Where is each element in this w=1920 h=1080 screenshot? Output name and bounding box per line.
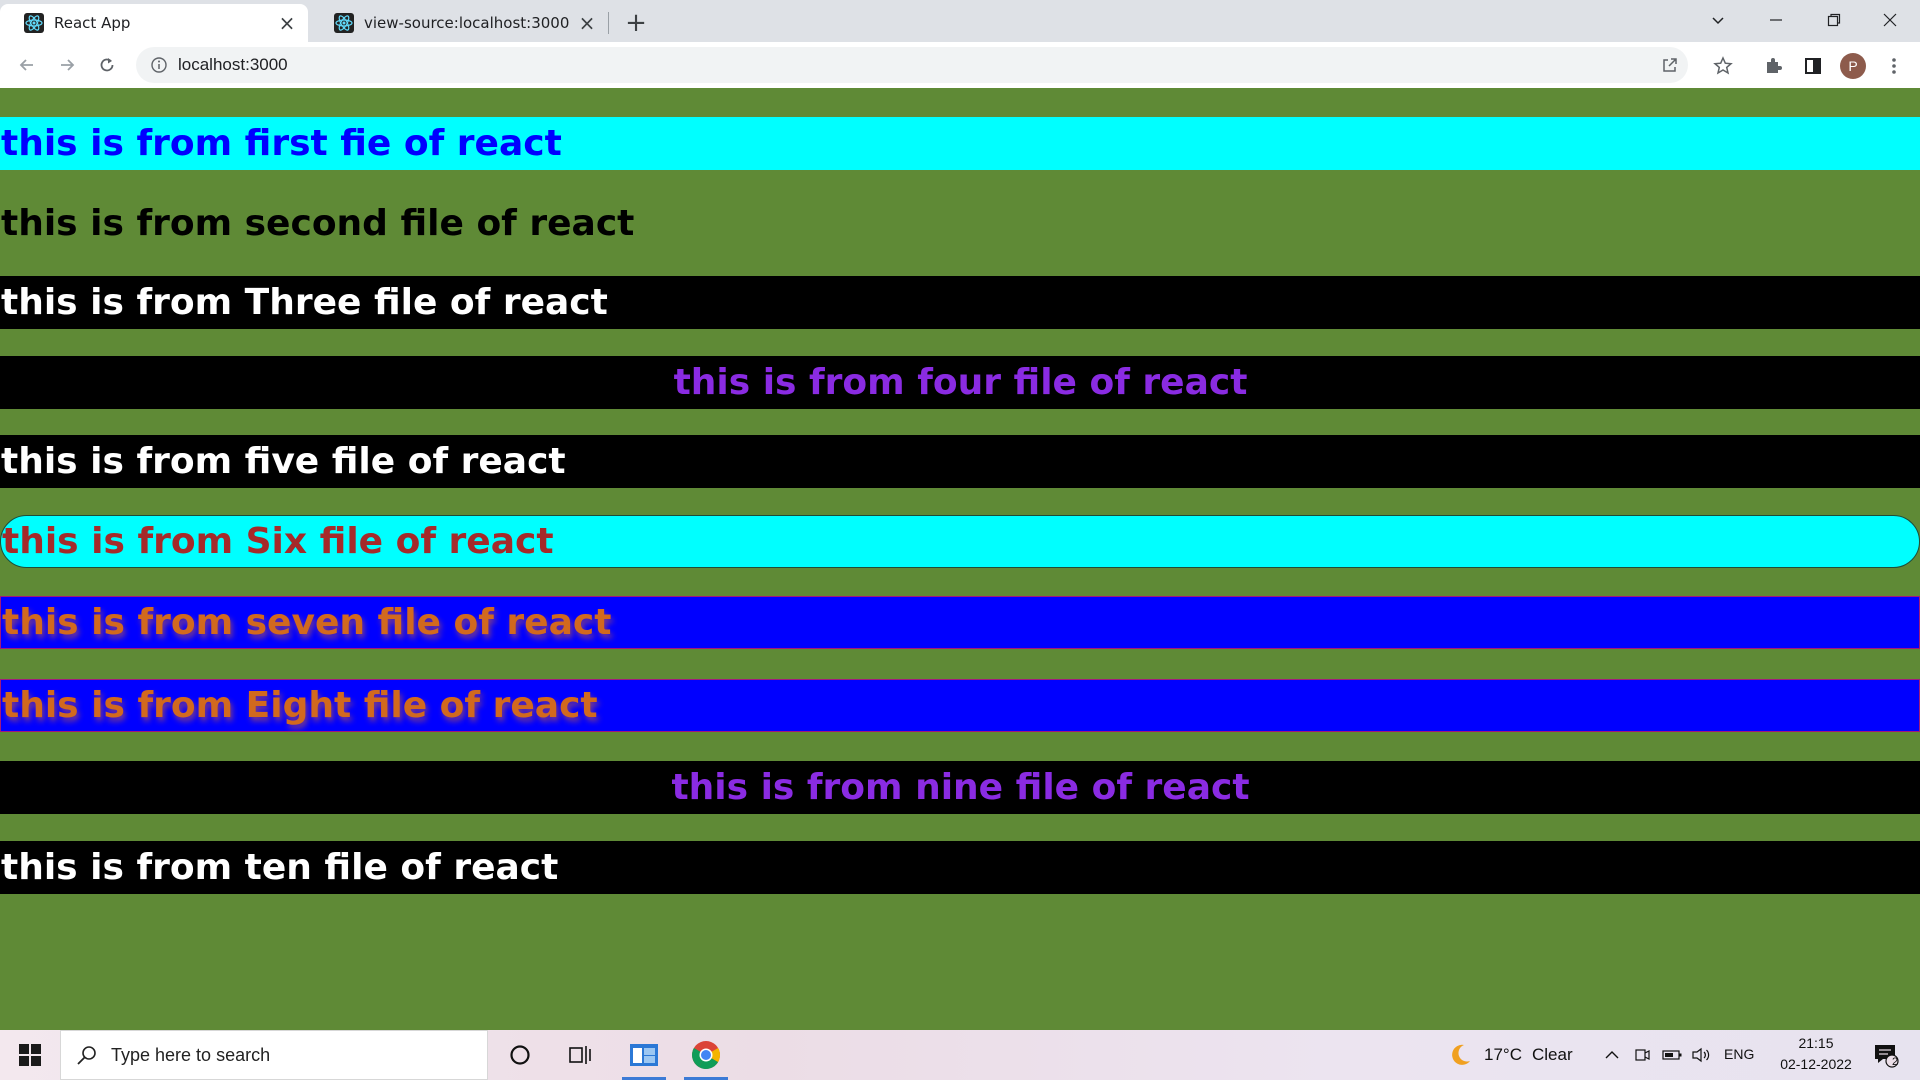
new-tab-button[interactable]: + — [620, 8, 652, 40]
address-bar[interactable]: localhost:3000 — [136, 47, 1688, 83]
tab-react-app[interactable]: React App × — [0, 4, 308, 42]
forward-arrow-icon[interactable] — [51, 49, 83, 81]
tab-view-source[interactable]: view-source:localhost:3000 × — [310, 4, 608, 42]
tab-search-chevron-icon[interactable] — [1690, 0, 1746, 40]
bookmark-star-icon[interactable] — [1709, 52, 1737, 80]
browser-toolbar: localhost:3000 P — [0, 42, 1920, 88]
windows-taskbar: Type here to search 17°C Clear ENG 21:15… — [0, 1030, 1920, 1080]
notifications-icon[interactable]: 2 — [1866, 1037, 1906, 1073]
site-info-icon[interactable] — [150, 56, 168, 74]
heading-second-file: this is from second file of react — [0, 197, 1920, 250]
reload-icon[interactable] — [91, 49, 123, 81]
weather-temperature[interactable]: 17°C — [1484, 1045, 1522, 1065]
back-arrow-icon[interactable] — [11, 49, 43, 81]
heading-six-file: this is from Six file of react — [0, 515, 1920, 568]
cortana-circle-icon[interactable] — [496, 1037, 544, 1073]
profile-avatar[interactable]: P — [1840, 53, 1866, 79]
clock-date[interactable]: 02-12-2022 — [1768, 1056, 1864, 1072]
heading-four-file: this is from four file of react — [0, 356, 1920, 409]
weather-moon-icon[interactable] — [1442, 1037, 1478, 1073]
tab-strip: React App × view-source:localhost:3000 ×… — [0, 0, 1920, 42]
tab-title: view-source:localhost:3000 — [364, 14, 570, 32]
search-placeholder: Type here to search — [111, 1044, 271, 1065]
search-icon — [75, 1043, 99, 1067]
url-text: localhost:3000 — [178, 55, 288, 74]
heading-eight-file: this is from Eight file of react — [0, 679, 1920, 732]
heading-five-file: this is from five file of react — [0, 435, 1920, 488]
chrome-icon[interactable] — [682, 1037, 730, 1080]
restore-icon[interactable] — [1806, 0, 1862, 40]
weather-condition[interactable]: Clear — [1532, 1045, 1573, 1065]
close-window-icon[interactable] — [1862, 0, 1918, 40]
volume-icon[interactable] — [1688, 1037, 1714, 1073]
react-app-page: this is from first fie of react this is … — [0, 88, 1920, 1030]
minimize-icon[interactable] — [1748, 0, 1804, 40]
close-tab-icon[interactable]: × — [276, 12, 298, 34]
heading-ten-file: this is from ten file of react — [0, 841, 1920, 894]
meet-now-icon[interactable] — [1630, 1037, 1654, 1073]
tab-divider — [608, 12, 609, 34]
heading-nine-file: this is from nine file of react — [0, 761, 1920, 814]
windows-start-icon[interactable] — [10, 1039, 50, 1071]
heading-three-file: this is from Three file of react — [0, 276, 1920, 329]
react-logo-icon — [24, 13, 44, 33]
taskbar-search-box[interactable]: Type here to search — [60, 1030, 488, 1080]
heading-first-file: this is from first fie of react — [0, 117, 1920, 170]
close-tab-icon[interactable]: × — [576, 12, 598, 34]
heading-seven-file: this is from seven file of react — [0, 596, 1920, 649]
notification-count: 2 — [1892, 1056, 1899, 1068]
file-explorer-icon[interactable] — [620, 1037, 668, 1080]
battery-icon[interactable] — [1660, 1037, 1684, 1073]
side-panel-icon[interactable] — [1799, 52, 1827, 80]
tab-title: React App — [54, 14, 131, 32]
react-logo-icon — [334, 13, 354, 33]
more-menu-icon[interactable] — [1880, 52, 1908, 80]
input-language[interactable]: ENG — [1724, 1046, 1754, 1062]
extensions-puzzle-icon[interactable] — [1759, 52, 1787, 80]
show-hidden-icons-chevron-icon[interactable] — [1600, 1037, 1624, 1073]
task-view-icon[interactable] — [556, 1037, 604, 1073]
share-icon[interactable] — [1660, 55, 1680, 75]
clock-time[interactable]: 21:15 — [1790, 1035, 1842, 1051]
